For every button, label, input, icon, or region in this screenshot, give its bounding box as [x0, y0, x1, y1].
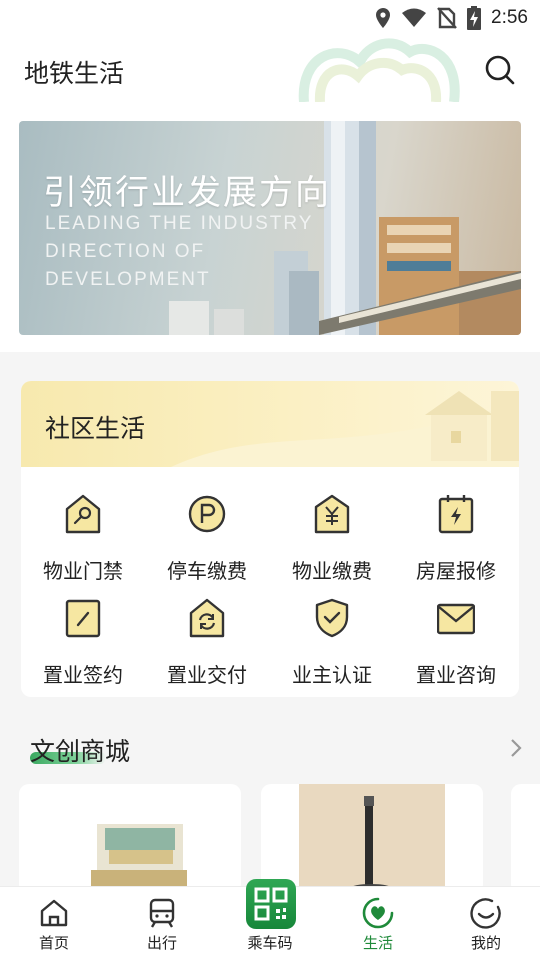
tab-label: 生活	[362, 934, 393, 952]
consult-mail-icon	[437, 603, 475, 635]
grid-item-label: 房屋报修	[416, 559, 496, 583]
wifi-icon	[402, 8, 427, 27]
tab-travel[interactable]: 出行	[108, 887, 216, 960]
grid-item-property-delivery[interactable]: 置业交付	[145, 597, 269, 697]
product-card-2[interactable]	[261, 784, 483, 894]
life-heart-icon	[362, 897, 394, 929]
product-card-1[interactable]	[19, 784, 241, 894]
qr-code-icon	[254, 887, 288, 921]
header-cloud-decoration	[298, 38, 460, 102]
battery-charging-icon	[467, 6, 482, 30]
grid-item-label: 业主认证	[292, 663, 372, 687]
grid-item-label: 置业签约	[43, 663, 123, 687]
metro-icon	[149, 898, 175, 928]
grid-item-purchase-consult[interactable]: 置业咨询	[394, 597, 518, 697]
product-image-pen	[299, 784, 445, 894]
banner-title-en-line3: DEVELOPMENT	[45, 269, 211, 290]
home-icon	[40, 899, 68, 927]
tab-label: 乘车码	[247, 934, 293, 952]
grid-item-property-fee[interactable]: 物业缴费	[270, 493, 394, 593]
status-bar: 2:56	[0, 0, 540, 36]
status-time: 2:56	[491, 7, 528, 28]
property-key-icon	[65, 494, 101, 534]
banner-section: 引领行业发展方向 LEADING THE INDUSTRY DIRECTION …	[0, 102, 540, 352]
chevron-right-icon[interactable]	[508, 736, 524, 760]
promo-banner[interactable]: 引领行业发展方向 LEADING THE INDUSTRY DIRECTION …	[19, 121, 521, 335]
tab-home[interactable]: 首页	[0, 887, 108, 960]
grid-item-label: 物业门禁	[43, 559, 123, 583]
app-header: 地铁生活	[0, 36, 540, 102]
grid-item-owner-verification[interactable]: 业主认证	[270, 597, 394, 697]
grid-item-label: 置业咨询	[416, 663, 496, 687]
grid-item-house-repair[interactable]: 房屋报修	[394, 493, 518, 593]
shop-title: 文创商城	[30, 737, 131, 766]
product-card-3[interactable]	[511, 784, 540, 894]
tab-life[interactable]: 生活	[324, 887, 432, 960]
parking-icon	[188, 495, 226, 533]
house-repair-icon	[438, 495, 474, 534]
product-image-model	[91, 824, 187, 894]
grid-item-property-access[interactable]: 物业门禁	[21, 493, 145, 593]
page-title: 地铁生活	[24, 59, 125, 88]
search-icon[interactable]	[484, 54, 516, 86]
shop-section-header: 文创商城	[0, 728, 540, 768]
community-life-card: 社区生活 物业门禁 停车缴费 物业缴费 房屋报修 置业签约 置业交付 业主认证 …	[21, 381, 519, 697]
banner-title-en-line1: LEADING THE INDUSTRY	[45, 213, 314, 234]
community-title: 社区生活	[45, 414, 146, 443]
bottom-tab-bar: 首页 出行 乘车码 生活 我的	[0, 879, 540, 960]
location-icon	[376, 8, 391, 28]
property-fee-icon	[314, 494, 350, 534]
grid-item-label: 物业缴费	[292, 559, 372, 583]
qr-code-button[interactable]	[246, 879, 296, 929]
banner-title-en-line2: DIRECTION OF	[45, 241, 206, 262]
sign-contract-icon	[65, 599, 101, 638]
owner-verify-icon	[315, 598, 349, 638]
grid-item-purchase-signing[interactable]: 置业签约	[21, 597, 145, 697]
tab-label: 首页	[38, 934, 69, 952]
tab-label: 出行	[146, 934, 177, 952]
property-delivery-icon	[189, 598, 225, 638]
grid-item-label: 停车缴费	[167, 559, 247, 583]
tab-label: 我的	[470, 934, 501, 952]
tab-profile[interactable]: 我的	[432, 887, 540, 960]
banner-title-cn: 引领行业发展方向	[43, 173, 331, 213]
grid-item-label: 置业交付	[167, 663, 247, 687]
grid-item-parking-fee[interactable]: 停车缴费	[145, 493, 269, 593]
no-sim-icon	[437, 7, 457, 29]
profile-smile-icon	[470, 898, 501, 929]
community-header: 社区生活	[21, 381, 519, 467]
